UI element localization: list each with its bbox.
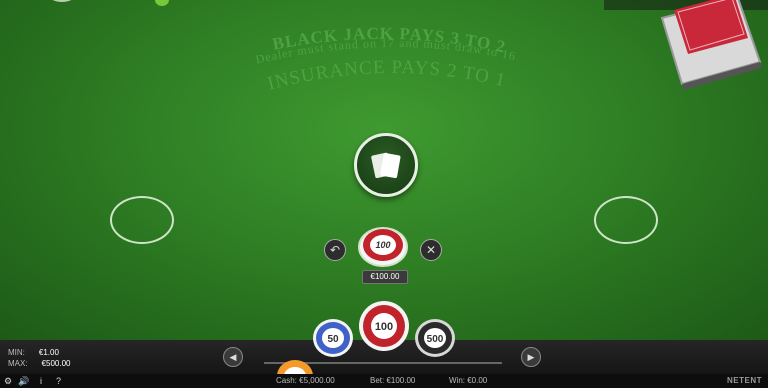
chip-scroll-left-button[interactable]: ◀ [223, 347, 243, 367]
chevron-left-icon: ◀ [229, 352, 237, 362]
cards-icon [371, 152, 401, 179]
placed-chip-value: 100 [375, 240, 390, 250]
chip-500[interactable]: 500 [414, 318, 456, 358]
max-label: MAX: [8, 359, 28, 368]
insurance-text: INSURANCE PAYS 2 TO 1 [265, 57, 508, 95]
table-limits: MIN: €1.00 MAX: €500.00 [8, 347, 70, 369]
brand-logo: NETENT [727, 376, 762, 385]
placed-bet-chip[interactable]: 100 [358, 225, 408, 267]
chip-100[interactable]: 100 [358, 300, 410, 352]
right-bet-spot[interactable] [594, 196, 658, 244]
left-bet-spot[interactable] [110, 196, 174, 244]
blackjack-table: BLACK JACK PAYS 3 TO 2 Dealer must stand… [0, 0, 768, 340]
min-value: €1.00 [38, 348, 59, 357]
status-footer: ⚙ 🔊 i ? Cash: €5,000.00 Bet: €100.00 Win… [0, 374, 768, 388]
speaker-icon[interactable]: 🔊 [18, 376, 29, 387]
chip-scroll-right-button[interactable]: ▶ [521, 347, 541, 367]
wrench-icon[interactable]: ⚙ [4, 376, 12, 387]
max-value: €500.00 [41, 359, 71, 368]
cash-display: Cash: €5,000.00 [276, 376, 335, 385]
chip-500-value: 500 [427, 334, 444, 345]
chevron-right-icon: ▶ [527, 352, 535, 362]
help-icon[interactable]: ? [56, 376, 61, 386]
bet-amount-label: €100.00 [362, 270, 408, 284]
close-icon: ✕ [425, 243, 437, 257]
undo-button[interactable]: ↶ [324, 239, 346, 261]
info-icon[interactable]: i [40, 376, 42, 386]
min-label: MIN: [8, 348, 25, 357]
chip-50[interactable]: 50 [312, 318, 354, 358]
win-display: Win: €0.00 [449, 376, 488, 385]
chip-100-value: 100 [375, 321, 393, 333]
deal-button[interactable] [354, 133, 418, 197]
undo-icon: ↶ [329, 243, 341, 257]
chip-graphic: 100 [358, 227, 408, 267]
bet-display: Bet: €100.00 [370, 376, 416, 385]
chip-50-value: 50 [327, 334, 339, 345]
card-shoe [660, 0, 762, 90]
clear-bet-button[interactable]: ✕ [420, 239, 442, 261]
